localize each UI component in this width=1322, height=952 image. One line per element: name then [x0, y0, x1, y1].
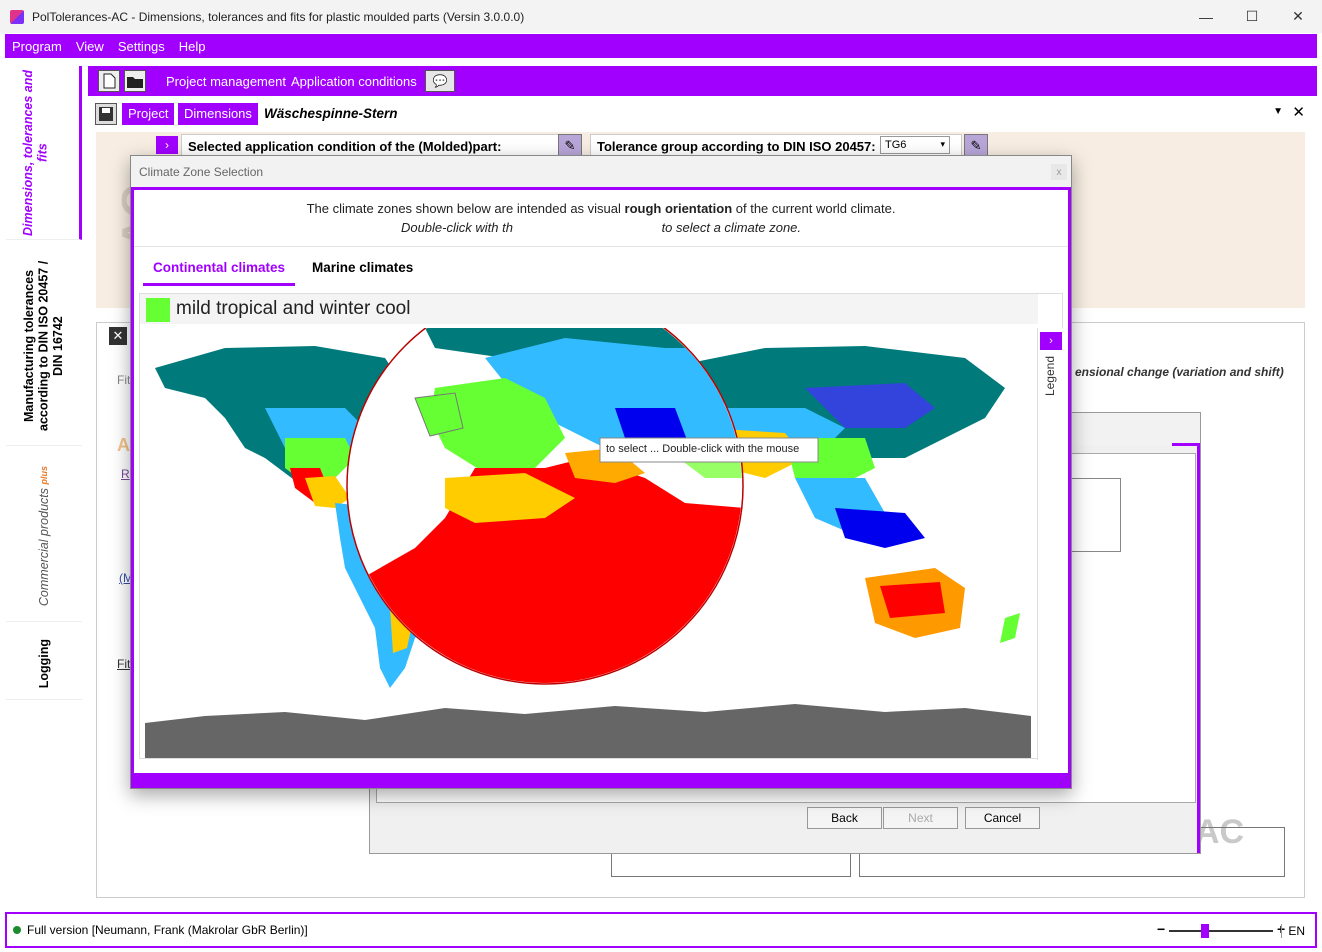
map-panel: mild tropical and winter cool › Legend t… [139, 293, 1063, 760]
dialog-body: The climate zones shown below are intend… [131, 187, 1071, 788]
toolbar: Project management Application condition… [88, 66, 1317, 96]
status-text: Full version [Neumann, Frank (Makrolar G… [27, 923, 308, 937]
close-panel-icon[interactable]: ✕ [109, 327, 127, 345]
intro-line-2: Double-click with th to select a climate… [134, 218, 1068, 237]
language-indicator[interactable]: EN [1281, 924, 1305, 938]
antarctica [145, 704, 1031, 758]
zoom-slider[interactable]: − + [1157, 921, 1287, 938]
tab-dropdown-icon[interactable]: ▼ [1273, 106, 1283, 117]
dialog-close-icon[interactable]: x [1051, 164, 1067, 180]
r-link[interactable]: R [121, 467, 130, 481]
legend-label: Legend [1043, 356, 1057, 397]
zoom-thumb[interactable] [1201, 924, 1210, 938]
fit2-label: Fit [117, 657, 131, 671]
sidebar-item-manufacturing[interactable]: Manufacturing tolerances according to DI… [6, 246, 82, 446]
climate-zone-dialog: Climate Zone Selection x The climate zon… [130, 155, 1072, 789]
intro-text: The climate zones shown below are intend… [134, 199, 1068, 237]
na-semi-arid [305, 476, 350, 508]
tab-close-icon[interactable]: ✕ [1292, 103, 1305, 121]
open-folder-icon[interactable] [124, 70, 146, 92]
tg-value: TG6 [885, 139, 907, 151]
intro-line-1: The climate zones shown below are intend… [134, 199, 1068, 218]
title-bar: PolTolerances-AC - Dimensions, tolerance… [0, 0, 1322, 33]
zoom-track[interactable] [1169, 930, 1273, 932]
status-dot-icon [13, 926, 21, 934]
menu-program[interactable]: Program [5, 39, 69, 54]
tooltip-text: to select ... Double-click with the mous… [606, 443, 800, 455]
dialog-footer-bar [134, 773, 1068, 788]
chevron-down-icon: ▾ [940, 139, 945, 149]
menu-view[interactable]: View [69, 39, 111, 54]
sidebar-item-dimensions[interactable]: Dimensions, tolerances and fits [6, 66, 82, 240]
zoom-out-icon[interactable]: − [1157, 921, 1165, 937]
project-name: Wäschespinne-Stern [264, 106, 398, 121]
window-title: PolTolerances-AC - Dimensions, tolerance… [32, 9, 525, 24]
project-management-link[interactable]: Project management [166, 74, 286, 89]
tab-continental-climates[interactable]: Continental climates [143, 249, 296, 286]
menu-help[interactable]: Help [172, 39, 213, 54]
sidebar-item-label: Logging [36, 638, 51, 689]
commercial-label: Commercial products [36, 488, 51, 607]
sidebar-item-logging[interactable]: Logging [6, 628, 82, 700]
next-button[interactable]: Next [883, 807, 958, 829]
zone-header: mild tropical and winter cool [140, 294, 1038, 324]
intro-post: of the current world climate. [732, 201, 896, 216]
plus-badge: plus [38, 466, 49, 485]
cancel-button[interactable]: Cancel [965, 807, 1040, 829]
a-label: A [117, 435, 130, 455]
close-window-button[interactable]: ✕ [1275, 0, 1321, 33]
new-file-icon[interactable] [98, 70, 120, 92]
wizard-box [1071, 478, 1121, 552]
intro2-b: to select a climate zone. [657, 220, 802, 235]
tab-dimensions[interactable]: Dimensions [178, 103, 258, 125]
save-icon[interactable] [95, 103, 117, 125]
tab-project[interactable]: Project [122, 103, 175, 125]
legend-arrow-icon[interactable]: › [1040, 332, 1062, 350]
zone-label: mild tropical and winter cool [176, 298, 411, 319]
expand-arrow-icon[interactable]: › [156, 136, 178, 154]
status-bar: Full version [Neumann, Frank (Makrolar G… [5, 912, 1317, 948]
app-icon [10, 9, 24, 24]
sidebar-item-label: Manufacturing tolerances according to DI… [22, 260, 66, 431]
resize-grip-icon[interactable]: ⋰ [1060, 775, 1069, 786]
dialog-title: Climate Zone Selection [131, 156, 1071, 187]
world-climate-map[interactable] [145, 328, 1031, 758]
intro-pre: The climate zones shown below are intend… [306, 201, 625, 216]
indonesia-tropical [835, 508, 925, 548]
fit-label: Fit [117, 373, 131, 387]
tolerance-group-select[interactable]: TG6 ▾ [880, 136, 950, 154]
back-button[interactable]: Back [807, 807, 882, 829]
tab-marine-climates[interactable]: Marine climates [302, 249, 423, 286]
sidebar-item-label: Commercial products plus [37, 466, 51, 606]
zone-color-swatch [146, 298, 170, 322]
speech-bubble-icon[interactable]: 💬 [425, 70, 455, 92]
new-zealand [1000, 613, 1020, 643]
australia-desert [880, 582, 945, 618]
application-conditions-link[interactable]: Application conditions [291, 74, 417, 89]
maximize-button[interactable]: ☐ [1229, 0, 1275, 33]
intro-bold: rough orientation [624, 201, 733, 216]
sidebar-item-commercial[interactable]: Commercial products plus [6, 452, 82, 622]
minimize-button[interactable]: — [1183, 0, 1229, 33]
intro2-a: Double-click with th [400, 220, 513, 235]
menu-settings[interactable]: Settings [111, 39, 172, 54]
dimension-change-label: ensional change (variation and shift) [1075, 365, 1284, 379]
menu-bar: Program View Settings Help [5, 34, 1317, 58]
wizard-accent-border [1172, 443, 1200, 853]
legend-panel[interactable]: › Legend [1037, 328, 1063, 760]
tab-row: Project Dimensions Wäschespinne-Stern ▼ … [92, 101, 1313, 127]
tolerance-group-label: Tolerance group according to DIN ISO 204… [597, 139, 876, 154]
divider [134, 246, 1068, 247]
sidebar-item-label: Dimensions, tolerances and fits [20, 69, 49, 236]
